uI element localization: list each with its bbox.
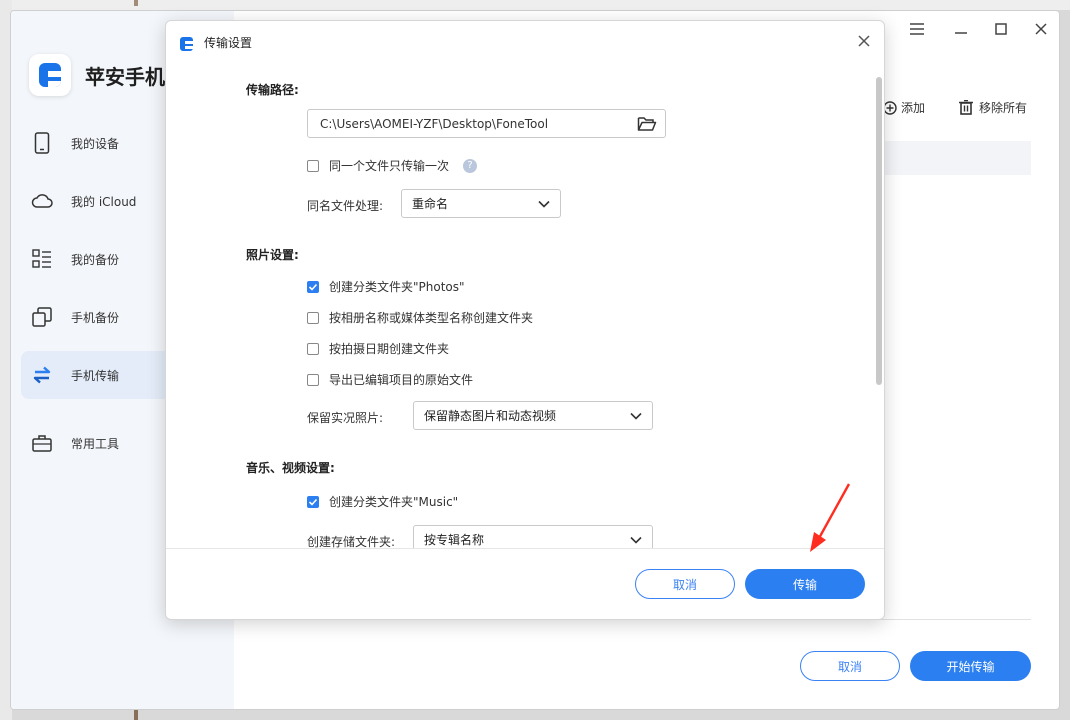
checkbox-box[interactable] [307, 159, 319, 172]
photo-option-label: 按相册名称或媒体类型名称创建文件夹 [329, 311, 534, 325]
photo-option-row[interactable]: 导出已编辑项目的原始文件 [307, 371, 473, 388]
storage-folder-select[interactable]: 按专辑名称 [413, 525, 653, 549]
transfer-settings-dialog: 传输设置 传输路径: C:\Users\AOMEI-YZF\Desktop\Fo… [165, 20, 885, 620]
same-name-value: 重命名 [412, 197, 449, 211]
app-logo [29, 54, 71, 96]
chevron-down-icon [630, 534, 642, 546]
remove-all-button[interactable]: 移除所有 [959, 99, 1027, 116]
app-title: 苹安手机 [85, 65, 165, 89]
photo-option-row[interactable]: 按拍摄日期创建文件夹 [307, 340, 449, 357]
photo-option-row[interactable]: 按相册名称或媒体类型名称创建文件夹 [307, 309, 533, 326]
cloud-icon [31, 190, 53, 212]
storage-folder-label: 创建存储文件夹: [307, 535, 396, 549]
path-value: C:\Users\AOMEI-YZF\Desktop\FoneTool [320, 116, 549, 131]
media-option-label: 创建分类文件夹"Music" [329, 495, 459, 509]
add-label: 添加 [901, 101, 926, 115]
section-title-media: 音乐、视频设置: [246, 461, 335, 475]
sidebar-item-label: 我的备份 [71, 252, 120, 267]
trash-icon [959, 100, 973, 115]
copy-icon [31, 306, 53, 328]
checkbox-box[interactable] [307, 342, 319, 355]
sidebar-item-label: 常用工具 [71, 436, 120, 451]
checkbox-box[interactable] [307, 373, 319, 386]
main-cancel-button[interactable]: 取消 [800, 651, 900, 681]
remove-all-label: 移除所有 [979, 101, 1028, 115]
chevron-down-icon [538, 198, 550, 210]
desktop-object [134, 0, 138, 6]
sidebar-item-label: 手机备份 [71, 310, 120, 325]
add-button[interactable]: 添加 [883, 99, 925, 116]
dialog-title: 传输设置 [204, 36, 253, 50]
checkbox-checked[interactable] [307, 280, 319, 293]
transfer-once-checkbox[interactable]: 同一个文件只传输一次 ? [307, 157, 478, 174]
desktop-object [134, 710, 138, 720]
phone-icon [31, 132, 53, 154]
start-transfer-button[interactable]: 开始传输 [910, 651, 1031, 681]
section-title-path: 传输路径: [246, 83, 299, 97]
plus-circle-icon [883, 100, 897, 115]
divider [166, 548, 884, 549]
desktop-background [0, 0, 1070, 10]
scrollbar-thumb[interactable] [876, 77, 882, 385]
live-photo-label: 保留实况照片: [307, 411, 384, 425]
toolbox-icon [31, 432, 53, 454]
transfer-icon [31, 364, 53, 386]
checkbox-box[interactable] [307, 311, 319, 324]
media-option-row[interactable]: 创建分类文件夹"Music" [307, 493, 458, 510]
list-header [884, 141, 1031, 175]
maximize-icon[interactable] [991, 19, 1011, 39]
sidebar-item-label: 我的 iCloud [71, 194, 137, 209]
photo-option-label: 按拍摄日期创建文件夹 [329, 342, 450, 356]
minimize-icon[interactable] [951, 19, 971, 39]
close-icon[interactable] [854, 31, 874, 51]
list-icon [31, 248, 53, 270]
section-title-photo: 照片设置: [246, 248, 299, 262]
live-photo-select[interactable]: 保留静态图片和动态视频 [413, 401, 653, 430]
path-input[interactable]: C:\Users\AOMEI-YZF\Desktop\FoneTool [307, 109, 666, 138]
storage-folder-value: 按专辑名称 [424, 533, 485, 547]
checkbox-checked[interactable] [307, 495, 319, 508]
close-window-icon[interactable] [1031, 19, 1051, 39]
cancel-button[interactable]: 取消 [635, 569, 735, 599]
same-name-select[interactable]: 重命名 [401, 189, 561, 218]
dialog-body: 传输路径: C:\Users\AOMEI-YZF\Desktop\FoneToo… [166, 65, 884, 549]
transfer-once-label: 同一个文件只传输一次 [329, 159, 450, 173]
sidebar-item-label: 手机传输 [71, 368, 120, 383]
folder-open-icon[interactable] [637, 115, 657, 133]
help-icon[interactable]: ? [463, 158, 478, 173]
same-name-label: 同名文件处理: [307, 199, 384, 213]
photo-option-label: 导出已编辑项目的原始文件 [329, 373, 474, 387]
menu-icon[interactable] [907, 19, 927, 39]
app-logo-small [180, 36, 193, 51]
live-photo-value: 保留静态图片和动态视频 [424, 409, 557, 423]
transfer-button[interactable]: 传输 [745, 569, 865, 599]
annotation-arrow-icon [810, 483, 851, 552]
photo-option-row[interactable]: 创建分类文件夹"Photos" [307, 278, 465, 295]
chevron-down-icon [630, 410, 642, 422]
photo-option-label: 创建分类文件夹"Photos" [329, 280, 465, 294]
sidebar-item-label: 我的设备 [71, 136, 120, 151]
